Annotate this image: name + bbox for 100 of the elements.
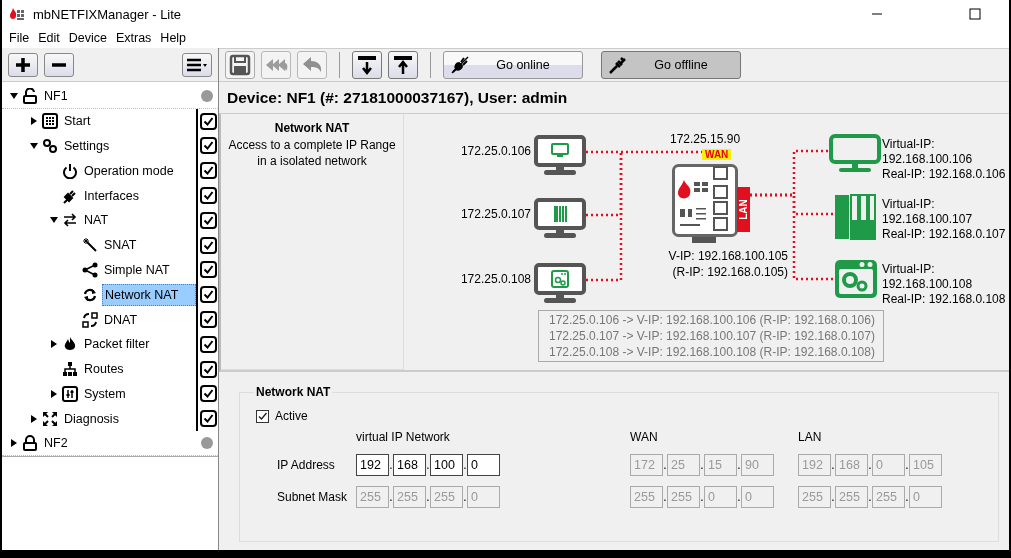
octet-dot: . bbox=[737, 490, 741, 504]
checkbox[interactable] bbox=[199, 360, 217, 378]
toolbar-button[interactable] bbox=[225, 51, 255, 79]
tree-item[interactable]: DNAT bbox=[102, 308, 196, 331]
minus-icon bbox=[51, 62, 67, 67]
go-online-button[interactable]: Go online bbox=[443, 51, 583, 79]
checkbox[interactable] bbox=[199, 261, 217, 279]
checkbox[interactable] bbox=[199, 335, 217, 353]
menu-item[interactable]: File bbox=[7, 31, 37, 45]
add-button[interactable] bbox=[8, 52, 38, 77]
octet-dot: . bbox=[737, 458, 741, 472]
checkbox[interactable] bbox=[199, 410, 217, 428]
remove-button[interactable] bbox=[44, 52, 74, 77]
octet-dot: . bbox=[663, 458, 667, 472]
tree-item-icon bbox=[82, 286, 98, 303]
tree-item[interactable]: SNAT bbox=[102, 234, 196, 257]
app-logo-icon bbox=[9, 7, 25, 21]
lan-tag: LAN bbox=[737, 187, 750, 232]
tree-item[interactable]: Routes bbox=[82, 358, 196, 381]
octet-dot: . bbox=[389, 490, 393, 504]
octet-field[interactable]: 0 bbox=[467, 454, 500, 476]
tree-item[interactable]: Diagnosis bbox=[62, 407, 196, 430]
checkbox-label: Active bbox=[275, 409, 308, 423]
menu-icon bbox=[186, 57, 208, 72]
checkbox[interactable] bbox=[199, 137, 217, 155]
group-title: Network NAT bbox=[254, 385, 333, 399]
mapping-line: 172.25.0.106 -> V-IP: 192.168.100.106 (R-IP: 192.168.0.106) bbox=[549, 312, 876, 328]
status-dot-icon bbox=[201, 437, 213, 450]
client-ip-label: 172.25.0.107 bbox=[460, 207, 531, 221]
tree-item-icon bbox=[62, 162, 78, 179]
tree-item-icon bbox=[62, 385, 78, 402]
monitor-icon bbox=[829, 134, 881, 174]
octet-dot: . bbox=[905, 490, 909, 504]
tree-item-icon bbox=[62, 187, 78, 204]
target-address-text: Virtual-IP: 192.168.100.108 Real-IP: 192.168.0.108 bbox=[882, 262, 1006, 307]
tree-item-icon bbox=[42, 113, 58, 130]
tree-item[interactable]: Start bbox=[62, 110, 196, 133]
mapping-line: 172.25.0.107 -> V-IP: 192.168.100.107 (R-IP: 192.168.0.107) bbox=[549, 328, 876, 344]
checkbox[interactable] bbox=[199, 211, 217, 229]
tree-item-icon bbox=[82, 237, 98, 254]
column-header: WAN bbox=[630, 430, 658, 444]
checkbox[interactable] bbox=[199, 311, 217, 329]
tree-item[interactable]: NAT bbox=[82, 209, 196, 232]
field-label: Subnet Mask bbox=[277, 490, 348, 504]
checkbox[interactable] bbox=[199, 112, 217, 130]
octet-field[interactable]: 168 bbox=[393, 454, 426, 476]
checkbox[interactable] bbox=[199, 236, 217, 254]
tree-item[interactable]: Simple NAT bbox=[102, 258, 196, 281]
monitor-icon bbox=[534, 263, 586, 305]
monitor-icon bbox=[534, 135, 586, 177]
menu-item[interactable]: Device bbox=[66, 31, 114, 45]
toolbar-button[interactable] bbox=[352, 51, 382, 79]
toolbar-button[interactable] bbox=[388, 51, 418, 79]
active-checkbox[interactable] bbox=[256, 409, 269, 423]
gears-window-icon bbox=[834, 259, 878, 299]
octet-field[interactable]: 100 bbox=[430, 454, 463, 476]
tree-item[interactable]: Network NAT bbox=[102, 283, 196, 306]
plug-icon bbox=[608, 55, 628, 75]
maximize-icon[interactable] bbox=[969, 8, 981, 20]
menu-item[interactable]: Edit bbox=[36, 31, 67, 45]
tree-item[interactable]: System bbox=[82, 382, 196, 405]
octet-dot: . bbox=[426, 458, 430, 472]
client-ip-label: 172.25.0.106 bbox=[460, 144, 531, 158]
octet-dot: . bbox=[700, 458, 704, 472]
status-dot-icon bbox=[201, 89, 213, 102]
save-icon bbox=[228, 53, 252, 77]
tree-item-icon bbox=[62, 336, 78, 353]
octet-dot: . bbox=[831, 458, 835, 472]
tree-item-icon bbox=[82, 261, 98, 278]
tree-item[interactable]: Operation mode bbox=[82, 159, 196, 182]
plc-rack-icon bbox=[834, 194, 876, 240]
diagram-title: Network NAT bbox=[273, 121, 351, 135]
tree-item[interactable]: Settings bbox=[62, 135, 196, 157]
menu-button[interactable] bbox=[182, 52, 212, 77]
octet-dot: . bbox=[868, 458, 872, 472]
plug-icon bbox=[450, 55, 470, 75]
device-tree-item[interactable]: NF2 bbox=[42, 432, 201, 455]
octet-dot: . bbox=[868, 490, 872, 504]
menu-item[interactable]: Extras bbox=[113, 31, 159, 45]
octet-dot: . bbox=[463, 490, 467, 504]
checkbox[interactable] bbox=[199, 385, 217, 403]
go-offline-button[interactable]: Go offline bbox=[601, 51, 741, 79]
diagram-description: Access to a complete IP Range in a isolated network bbox=[227, 137, 397, 169]
tree-item[interactable]: Packet filter bbox=[82, 333, 196, 356]
tree-item-icon bbox=[62, 212, 78, 229]
checkbox[interactable] bbox=[199, 286, 217, 304]
expanded-arrow-icon[interactable] bbox=[8, 90, 20, 101]
octet-field[interactable]: 192 bbox=[356, 454, 389, 476]
device-tree-item[interactable]: NF1 bbox=[42, 84, 201, 107]
tree-item[interactable]: Interfaces bbox=[82, 184, 196, 207]
menu-item[interactable]: Help bbox=[158, 31, 194, 45]
octet-dot: . bbox=[700, 490, 704, 504]
field-label: IP Address bbox=[277, 458, 335, 472]
device-header: Device: NF1 (#: 27181000037167), User: admin bbox=[219, 82, 1009, 114]
checkbox[interactable] bbox=[199, 162, 217, 180]
target-address-text: Virtual-IP: 192.168.100.106 Real-IP: 192.168.0.106 bbox=[882, 137, 1006, 182]
checkbox[interactable] bbox=[199, 187, 217, 205]
plus-icon bbox=[14, 55, 32, 74]
monitor-icon bbox=[534, 198, 586, 240]
expanded-arrow-icon[interactable] bbox=[28, 141, 40, 151]
